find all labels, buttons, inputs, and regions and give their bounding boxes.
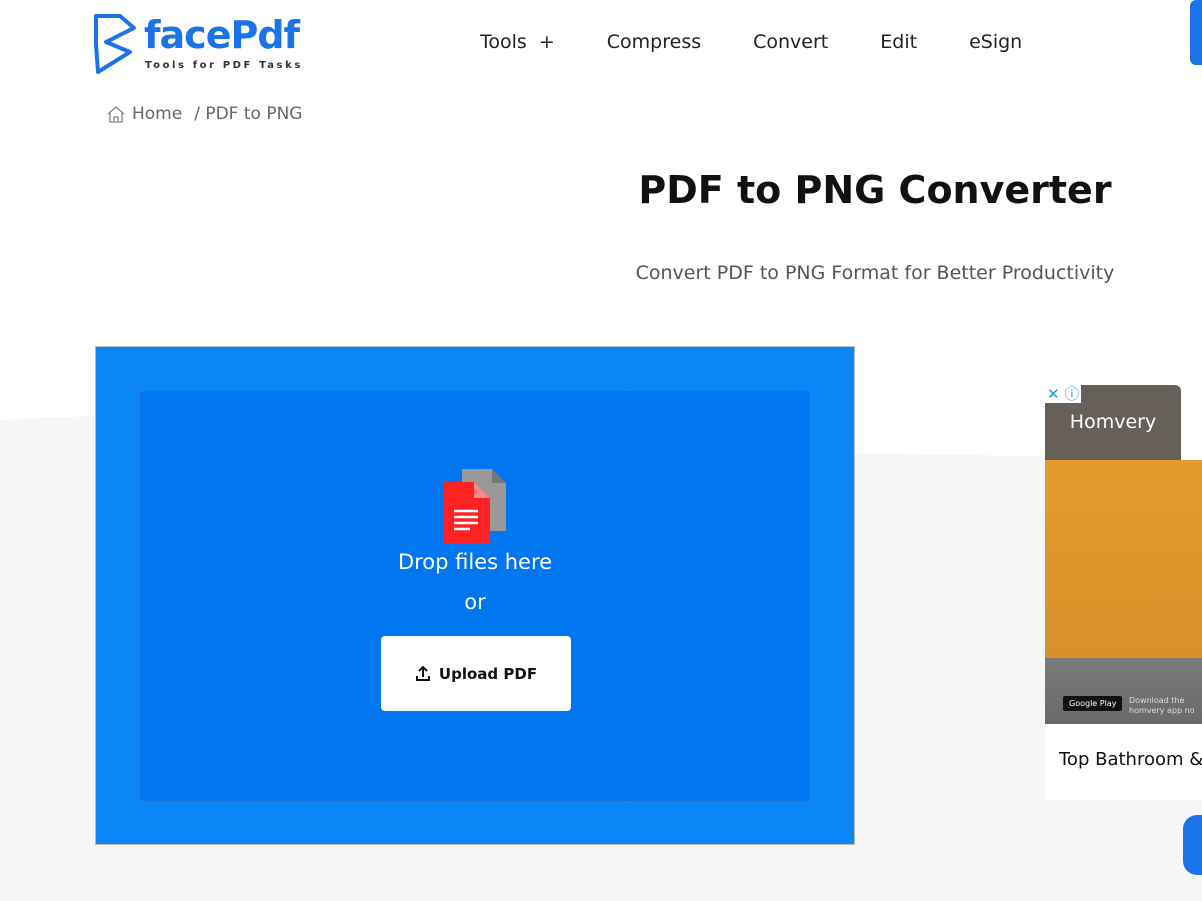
page-title: PDF to PNG Converter	[638, 168, 1112, 212]
ad-caption[interactable]: Top Bathroom &	[1059, 749, 1202, 770]
nav-edit[interactable]: Edit	[880, 31, 917, 53]
ad-download-text: Download the homvery app no	[1129, 696, 1195, 715]
upload-icon	[415, 665, 430, 681]
nav-tools[interactable]: Tools +	[480, 31, 555, 53]
main-nav: Tools + Compress Convert Edit eSign	[480, 31, 1074, 53]
nav-esign[interactable]: eSign	[969, 31, 1022, 53]
logo[interactable]: facePdf Tools for PDF Tasks	[90, 12, 300, 74]
logo-name: facePdf	[144, 13, 300, 57]
breadcrumb: Home / PDF to PNG	[106, 104, 302, 124]
breadcrumb-home[interactable]: Home	[132, 104, 182, 124]
nav-compress[interactable]: Compress	[607, 31, 701, 53]
drop-files-text: Drop files here	[397, 550, 553, 574]
logo-tagline: Tools for PDF Tasks	[145, 60, 303, 71]
dropzone-inner[interactable]: Drop files here or Upload PDF	[140, 391, 810, 801]
ad-close-icon[interactable]: ✕ ⓘ	[1045, 385, 1082, 403]
chat-button[interactable]	[1183, 815, 1202, 875]
ad-image[interactable]: Google Play Download the homvery app no	[1045, 460, 1202, 724]
advertisement[interactable]: Homvery ✕ ⓘ Google Play Download the hom…	[1045, 385, 1202, 800]
upload-pdf-button[interactable]: Upload PDF	[381, 636, 571, 711]
breadcrumb-current: / PDF to PNG	[194, 104, 303, 124]
header-button[interactable]	[1190, 0, 1202, 65]
home-icon	[107, 106, 125, 123]
nav-convert[interactable]: Convert	[753, 31, 828, 53]
logo-icon	[94, 14, 136, 74]
page-subtitle: Convert PDF to PNG Format for Better Pro…	[635, 262, 1115, 284]
plus-icon: +	[538, 31, 555, 53]
ad-google-play-badge[interactable]: Google Play	[1063, 696, 1123, 711]
pdf-files-icon	[444, 469, 506, 544]
upload-dropzone[interactable]: Drop files here or Upload PDF	[95, 346, 855, 845]
or-text: or	[464, 590, 486, 614]
upload-pdf-label: Upload PDF	[438, 664, 538, 683]
